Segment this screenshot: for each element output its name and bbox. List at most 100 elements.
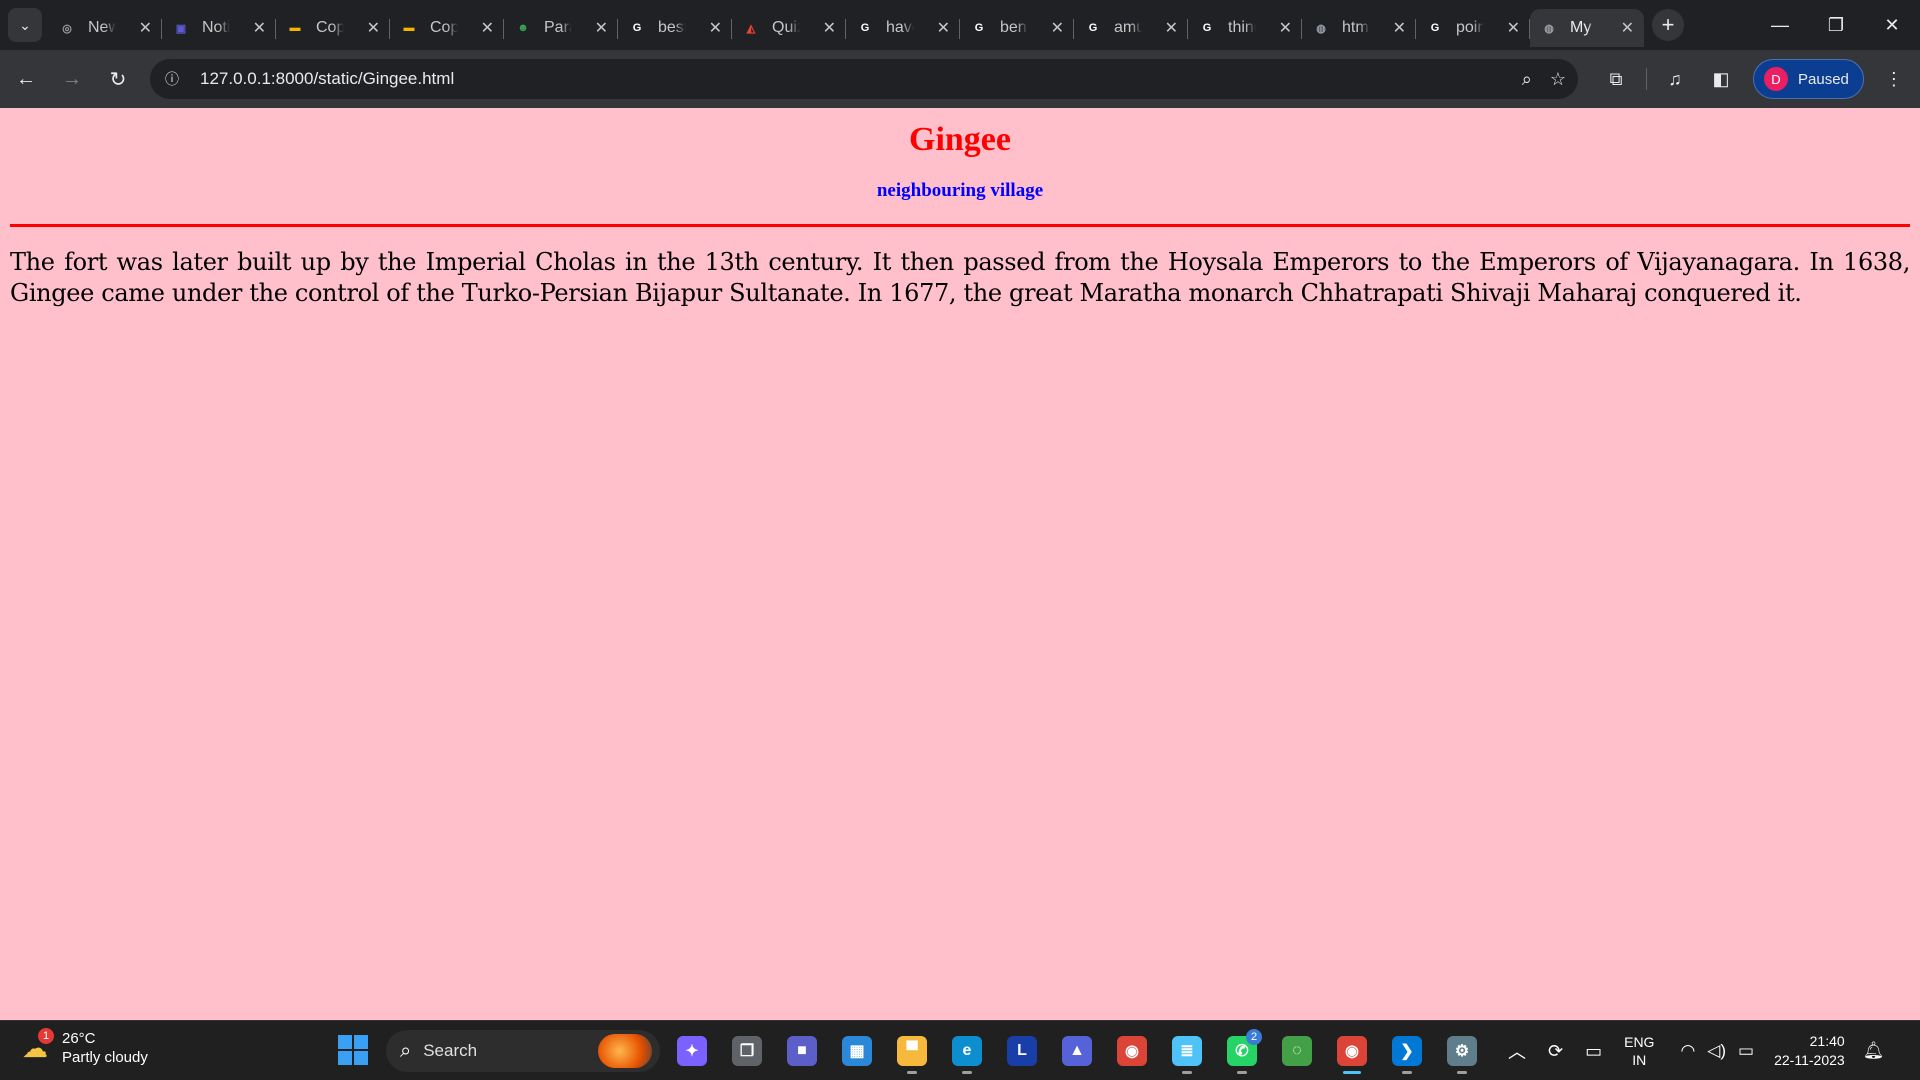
chrome-icon: ◎ (62, 22, 72, 35)
profile-button[interactable]: D Paused (1753, 59, 1864, 99)
extensions-icon[interactable]: ⧉ (1596, 59, 1636, 99)
file-explorer-icon[interactable]: ▀ (888, 1027, 936, 1075)
browser-tab[interactable]: Gbest ✕ (618, 9, 732, 47)
browser-tab[interactable]: ▣ Notion ✕ (162, 9, 276, 47)
weather-widget[interactable]: ☁ 1 26°C Partly cloudy (22, 1028, 148, 1067)
address-bar[interactable]: ⓘ 127.0.0.1:8000/static/Gingee.html ⌕ ☆ (150, 59, 1578, 99)
site-info-icon[interactable]: ⓘ (158, 65, 186, 93)
back-arrow-icon[interactable]: ← (6, 59, 46, 99)
clock[interactable]: 21:40 22-11-2023 (1774, 1032, 1845, 1070)
side-panel-icon[interactable]: ◧ (1701, 59, 1741, 99)
forward-arrow-icon[interactable]: → (52, 59, 92, 99)
close-tab-icon[interactable]: ✕ (937, 18, 950, 38)
notepad-icon[interactable]: ≣ (1163, 1027, 1211, 1075)
google-icon: G (974, 22, 984, 34)
app-glyph: ❐ (732, 1036, 762, 1066)
browser-tab[interactable]: ▬ Copy of Slides ✕ (276, 9, 390, 47)
browser-tab[interactable]: Ghave ✕ (846, 9, 960, 47)
chrome-icon[interactable]: ◉ (1108, 1027, 1156, 1075)
page-viewport: Gingee neighbouring village The fort was… (0, 108, 1920, 1020)
restore-icon[interactable]: ❐ (1808, 0, 1864, 50)
sync-icon[interactable]: ⟳ (1548, 1041, 1563, 1062)
tab-title: have (886, 19, 914, 36)
chrome-profile-icon[interactable]: ◉ (1328, 1027, 1376, 1075)
toolbar-divider (1646, 68, 1647, 90)
whatsapp-icon[interactable]: ✆ 2 (1218, 1027, 1266, 1075)
browser-tab[interactable]: ◍ My ✕ (1530, 9, 1644, 47)
close-tab-icon[interactable]: ✕ (1393, 18, 1406, 38)
taskbar-search[interactable]: ⌕ Search (386, 1030, 660, 1072)
url-text[interactable]: 127.0.0.1:8000/static/Gingee.html (200, 69, 454, 89)
app-glyph: ◉ (1337, 1036, 1367, 1066)
tab-title: things (1228, 19, 1256, 36)
teams-icon[interactable]: ■ (778, 1027, 826, 1075)
task-view-icon[interactable]: ❐ (723, 1027, 771, 1075)
tab-search-icon[interactable]: ⌄ (8, 8, 42, 42)
profile-status: Paused (1798, 70, 1849, 88)
tab-title: Paraphraser (544, 19, 572, 36)
lightshot-icon[interactable]: L (998, 1027, 1046, 1075)
running-indicator (1402, 1071, 1412, 1074)
close-tab-icon[interactable]: ✕ (595, 18, 608, 38)
loader-icon[interactable]: ◌ (1273, 1027, 1321, 1075)
settings-icon[interactable]: ⚙ (1438, 1027, 1486, 1075)
browser-tab[interactable]: ◎ New Tab ✕ (48, 9, 162, 47)
language-indicator[interactable]: ENG IN (1624, 1033, 1654, 1069)
date: 22-11-2023 (1774, 1052, 1845, 1068)
browser-tab[interactable]: Gthings ✕ (1188, 9, 1302, 47)
vscode-icon[interactable]: ❯ (1383, 1027, 1431, 1075)
close-tab-icon[interactable]: ✕ (1051, 18, 1064, 38)
app-icon[interactable]: ▲ (1053, 1027, 1101, 1075)
tablet-icon[interactable]: ▭ (1585, 1041, 1602, 1062)
close-tab-icon[interactable]: ✕ (709, 18, 722, 38)
close-tab-icon[interactable]: ✕ (1165, 18, 1178, 38)
browser-tab[interactable]: Gpoints ✕ (1416, 9, 1530, 47)
app-glyph: ▀ (897, 1036, 927, 1066)
search-highlight-icon (598, 1034, 652, 1068)
app-glyph: ▲ (1062, 1036, 1092, 1066)
edge-icon[interactable]: e (943, 1027, 991, 1075)
close-tab-icon[interactable]: ✕ (367, 18, 380, 38)
battery-icon[interactable]: ▭ (1738, 1041, 1754, 1061)
volume-icon[interactable]: ◁) (1707, 1041, 1726, 1061)
body-paragraph: The fort was later built up by the Imper… (10, 248, 1910, 307)
browser-tab[interactable]: ◍ html ✕ (1302, 9, 1416, 47)
chevron-up-icon[interactable]: ︿ (1508, 1038, 1526, 1064)
kebab-menu-icon[interactable]: ⋮ (1874, 59, 1914, 99)
wifi-icon[interactable]: ◠ (1680, 1041, 1695, 1061)
close-tab-icon[interactable]: ✕ (1507, 18, 1520, 38)
weather-condition: Partly cloudy (62, 1049, 148, 1066)
browser-tab[interactable]: ◭ Quiz ✕ (732, 9, 846, 47)
pinned-apps: ✦ ❐ ■ ▦ ▀ e L ▲ ◉ ≣ ✆ 2 ◌ ◉ ❯ ⚙ (668, 1027, 1493, 1075)
close-tab-icon[interactable]: ✕ (823, 18, 836, 38)
close-tab-icon[interactable]: ✕ (1621, 18, 1634, 38)
windows-taskbar: ☁ 1 26°C Partly cloudy ⌕ Search ✦ ❐ ■ ▦ ▀ e L ▲… (0, 1020, 1920, 1080)
close-tab-icon[interactable]: ✕ (139, 18, 152, 38)
time: 21:40 (1809, 1033, 1845, 1049)
tab-list: ◎ New Tab ✕ ▣ Notion ✕ ▬ Copy of Slides ✕ ▬ Copy o… (48, 0, 1644, 50)
browser-tab[interactable]: Gbenefits ✕ (960, 9, 1074, 47)
running-indicator (962, 1071, 972, 1074)
browser-tab[interactable]: ☻ Paraphraser ✕ (504, 9, 618, 47)
browser-tab[interactable]: Gamu ✕ (1074, 9, 1188, 47)
minimize-icon[interactable]: — (1752, 0, 1808, 50)
weather-badge: 1 (38, 1028, 54, 1044)
close-tab-icon[interactable]: ✕ (1279, 18, 1292, 38)
store-icon[interactable]: ▦ (833, 1027, 881, 1075)
app-glyph: ❯ (1392, 1036, 1422, 1066)
media-controls-icon[interactable]: ♫ (1655, 59, 1695, 99)
copilot-icon[interactable]: ✦ (668, 1027, 716, 1075)
bookmark-star-icon[interactable]: ☆ (1550, 69, 1566, 90)
zoom-icon[interactable]: ⌕ (1522, 69, 1532, 90)
globe-icon: ◍ (1316, 22, 1326, 35)
notification-bell-icon[interactable]: 🔔︎ (1863, 1041, 1885, 1061)
close-tab-icon[interactable]: ✕ (481, 18, 494, 38)
browser-tab[interactable]: ▬ Copy of Slides ✕ (390, 9, 504, 47)
running-indicator (1237, 1071, 1247, 1074)
close-window-icon[interactable]: ✕ (1864, 0, 1920, 50)
close-tab-icon[interactable]: ✕ (253, 18, 266, 38)
new-tab-button[interactable]: + (1652, 9, 1684, 41)
reload-icon[interactable]: ↻ (98, 59, 138, 99)
region-code: IN (1632, 1052, 1647, 1068)
windows-start-icon[interactable] (338, 1035, 368, 1065)
